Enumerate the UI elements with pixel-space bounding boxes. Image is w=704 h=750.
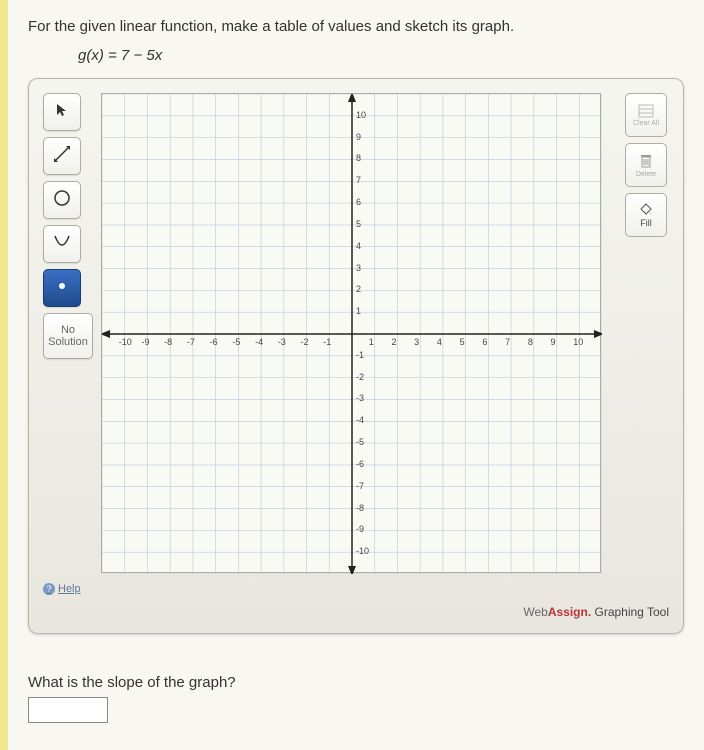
pointer-tool-button[interactable]: [43, 93, 81, 131]
line-tool-button[interactable]: [43, 137, 81, 175]
x-tick-label: -7: [187, 337, 195, 347]
no-solution-button[interactable]: No Solution: [43, 313, 93, 359]
y-tick-label: 3: [356, 263, 361, 273]
x-tick-label: 6: [482, 337, 487, 347]
x-tick-label: -4: [255, 337, 263, 347]
x-tick-label: 9: [551, 337, 556, 347]
parabola-tool-button[interactable]: [43, 225, 81, 263]
x-tick-label: -3: [278, 337, 286, 347]
y-tick-label: -5: [356, 437, 364, 447]
delete-button[interactable]: Delete: [625, 143, 667, 187]
parabola-icon: [52, 232, 72, 257]
x-tick-label: 10: [573, 337, 583, 347]
y-tick-label: -8: [356, 503, 364, 513]
x-tick-label: -10: [119, 337, 132, 347]
x-tick-label: -1: [323, 337, 331, 347]
x-tick-label: -9: [141, 337, 149, 347]
x-tick-label: 2: [391, 337, 396, 347]
coordinate-grid[interactable]: -10 -9 -8 -7 -6 -5 -4 -3 -2 -1 1 2 3 4 5 6 7 8 9 10 -10 -9 -8 -…: [101, 93, 601, 573]
y-tick-label: -10: [356, 546, 369, 556]
circle-icon: [52, 188, 72, 213]
y-tick-label: 2: [356, 284, 361, 294]
y-tick-label: -3: [356, 393, 364, 403]
y-tick-label: 1: [356, 306, 361, 316]
y-tick-label: 5: [356, 219, 361, 229]
slope-answer-input[interactable]: [28, 697, 108, 723]
branding-text: WebAssign. Graphing Tool: [43, 605, 669, 619]
x-tick-label: 7: [505, 337, 510, 347]
fill-button[interactable]: Fill: [625, 193, 667, 237]
y-tick-label: -1: [356, 350, 364, 360]
x-tick-label: -6: [210, 337, 218, 347]
point-icon: [55, 279, 69, 298]
y-tick-label: 9: [356, 132, 361, 142]
slope-question: What is the slope of the graph?: [28, 674, 684, 691]
y-tick-label: -7: [356, 481, 364, 491]
question-formula: g(x) = 7 − 5x: [78, 47, 684, 64]
x-tick-label: 8: [528, 337, 533, 347]
y-tick-label: -4: [356, 415, 364, 425]
y-tick-label: 10: [356, 110, 366, 120]
right-toolbar: Clear All Delete Fill: [625, 93, 669, 573]
question-prompt: For the given linear function, make a ta…: [28, 18, 684, 35]
x-tick-label: -8: [164, 337, 172, 347]
help-label: Help: [58, 583, 81, 595]
x-tick-label: 4: [437, 337, 442, 347]
y-tick-label: -6: [356, 459, 364, 469]
y-tick-label: 6: [356, 197, 361, 207]
brand-assign: Assign.: [548, 605, 591, 619]
left-toolbar: No Solution: [43, 93, 93, 573]
fill-icon: [638, 202, 654, 218]
trash-icon: [639, 153, 653, 171]
y-tick-label: 8: [356, 153, 361, 163]
y-tick-label: -2: [356, 372, 364, 382]
brand-suffix: Graphing Tool: [591, 605, 669, 619]
brand-web: Web: [523, 605, 547, 619]
line-icon: [53, 145, 71, 168]
circle-tool-button[interactable]: [43, 181, 81, 219]
help-link[interactable]: ? Help: [43, 583, 81, 595]
y-tick-label: 4: [356, 241, 361, 251]
y-tick-label: -9: [356, 524, 364, 534]
point-tool-button[interactable]: [43, 269, 81, 307]
clear-all-button[interactable]: Clear All: [625, 93, 667, 137]
clear-label: Clear All: [633, 120, 659, 127]
graphing-tool-panel: No Solution -10 -9 -8 -7 -6 -5 -4 -3 -2 -1 1 2 3 4 5 6 7…: [28, 78, 684, 634]
x-tick-label: -5: [232, 337, 240, 347]
x-tick-label: 3: [414, 337, 419, 347]
cursor-icon: [55, 103, 69, 122]
x-tick-label: -2: [301, 337, 309, 347]
help-icon: ?: [43, 583, 55, 595]
y-tick-label: 7: [356, 175, 361, 185]
x-tick-label: 5: [460, 337, 465, 347]
delete-label: Delete: [636, 171, 656, 178]
grid-icon: [638, 104, 654, 120]
fill-label: Fill: [640, 218, 652, 228]
x-tick-label: 1: [369, 337, 374, 347]
